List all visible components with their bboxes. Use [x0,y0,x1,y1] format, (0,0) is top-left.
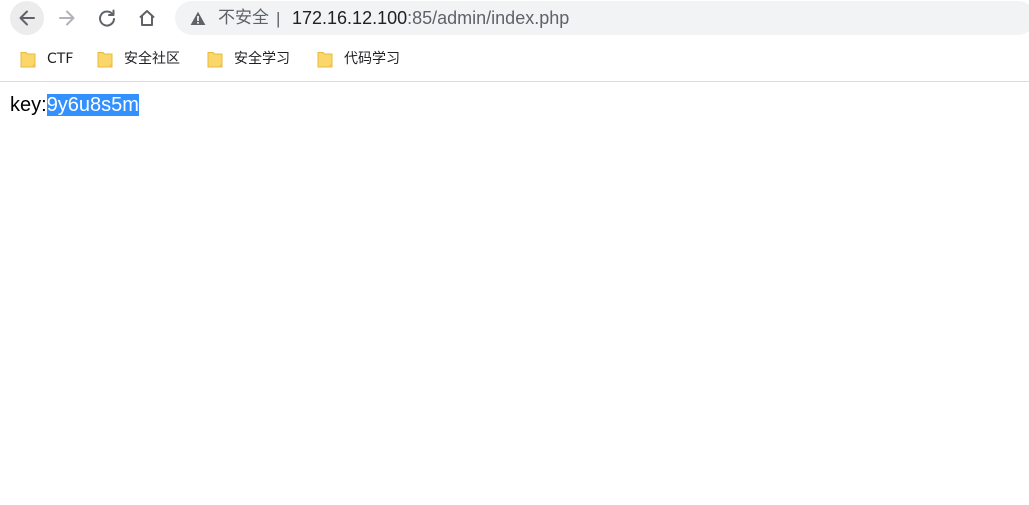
back-arrow-icon [19,10,35,26]
folder-icon [317,51,333,67]
bookmark-label: 代码学习 [344,51,400,67]
home-icon [139,10,155,26]
forward-arrow-icon [59,10,75,26]
folder-icon [97,51,113,67]
url-host: 172.16.12.100 [292,8,408,28]
key-label: key: [10,94,47,116]
home-button[interactable] [130,1,164,35]
omnibox-separator: | [276,9,281,28]
bookmark-code-learning[interactable]: 代码学习 [317,49,400,69]
forward-button[interactable] [50,1,84,35]
key-value[interactable]: 9y6u8s5m [46,94,139,116]
folder-icon [20,51,36,67]
bookmark-label: 安全社区 [124,51,180,67]
security-status-label[interactable]: 不安全 [218,9,269,28]
bookmark-label: CTF [47,51,74,67]
bookmark-security-community[interactable]: 安全社区 [97,49,180,69]
browser-toolbar: 不安全 | 172.16.12.100:85/admin/index.php [0,0,1029,38]
warning-icon[interactable] [190,11,206,26]
back-button[interactable] [10,1,44,35]
reload-icon [99,9,115,27]
page-content: key:9y6u8s5m [10,93,139,118]
reload-button[interactable] [90,1,124,35]
bookmark-ctf[interactable]: CTF [20,49,73,69]
url-path: :85/admin/index.php [407,8,570,28]
url-text[interactable]: 172.16.12.100:85/admin/index.php [292,9,569,28]
bookmark-label: 安全学习 [234,51,290,67]
folder-icon [207,51,223,67]
address-bar[interactable]: 不安全 | 172.16.12.100:85/admin/index.php [175,1,1029,35]
bookmarks-bar: CTF 安全社区 安全学习 代码学习 [0,38,1029,82]
bookmark-security-learning[interactable]: 安全学习 [207,49,290,69]
